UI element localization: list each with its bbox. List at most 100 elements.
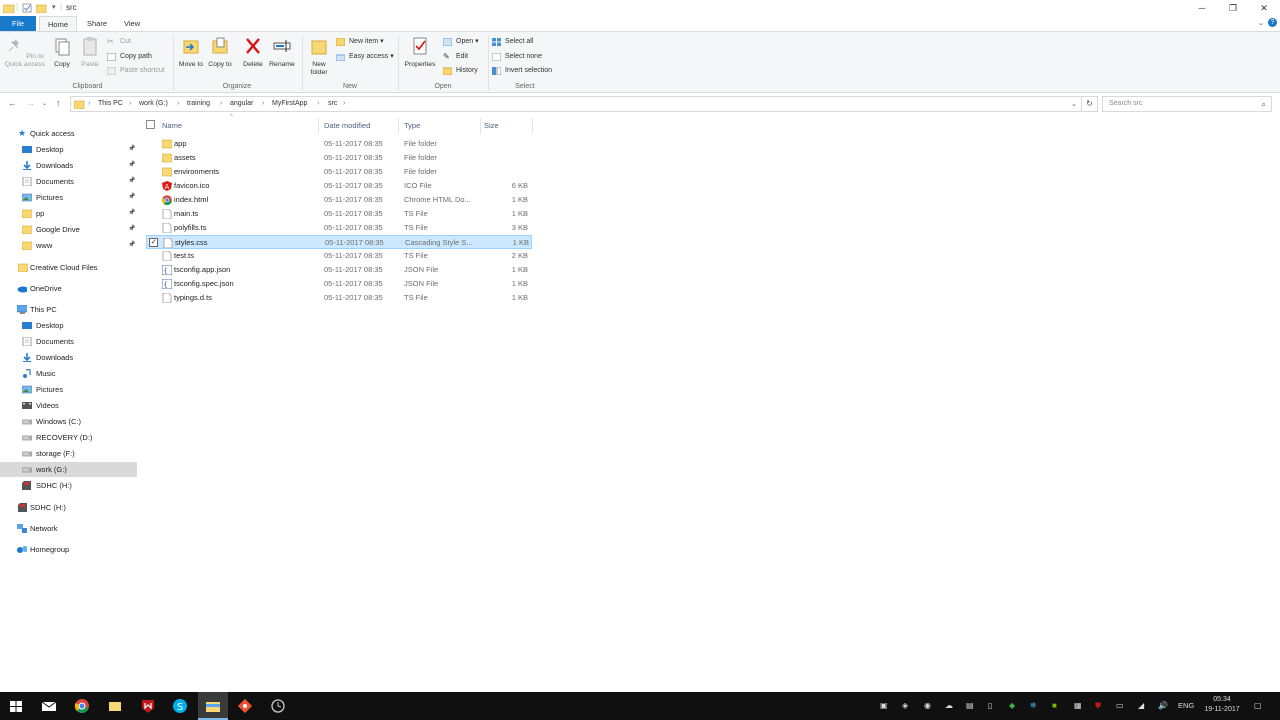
history-button[interactable]: History [443,65,478,77]
refresh-button[interactable]: ↻ [1082,96,1098,112]
git-icon[interactable] [237,698,253,714]
nav-item-downloads[interactable]: Downloads 📌 [0,158,137,173]
file-row[interactable]: environments 05-11-2017 08:35 File folder [146,165,532,179]
tab-home[interactable]: Home [39,16,78,31]
file-row[interactable]: index.html 05-11-2017 08:35 Chrome HTML Do… [146,193,532,207]
start-icon[interactable] [8,698,24,714]
select-all-checkbox[interactable] [146,120,155,129]
snowflake-tray-icon[interactable]: ❄ [1030,701,1037,710]
copy-path-button[interactable]: Copy path [107,51,152,63]
nav-item-pp[interactable]: pp 📌 [0,206,137,221]
close-button[interactable]: ✕ [1248,0,1280,16]
nav-item-downloads[interactable]: Downloads [0,350,137,365]
column-header-name[interactable]: Name [162,119,182,133]
forward-arrow-icon[interactable]: → [26,98,35,108]
nav-quick-access[interactable]: ★ Quick access [0,126,137,141]
nav-item-desktop[interactable]: Desktop 📌 [0,142,137,157]
file-row[interactable]: typings.d.ts 05-11-2017 08:35 TS File 1 KB [146,291,532,305]
edit-button[interactable]: ✎ Edit [443,51,468,63]
nav-item-windows-c[interactable]: Windows (C:) [0,414,137,429]
delete-button[interactable]: Delete [239,36,267,69]
expand-ribbon-icon[interactable]: ⌄ [1258,19,1264,27]
search-box[interactable]: Search src ⌕ [1102,96,1272,112]
breadcrumb-work-g[interactable]: work (G:) [139,100,168,107]
tray-app-icon[interactable]: ◈ [902,701,908,710]
tray-app-icon[interactable]: ▦ [1074,701,1082,710]
clock-app-icon[interactable] [270,698,286,714]
nav-item-desktop[interactable]: Desktop [0,318,137,333]
move-to-button[interactable]: Move to [177,36,205,69]
nvidia-tray-icon[interactable]: ■ [1052,701,1057,710]
open-button[interactable]: Open ▾ [443,36,479,48]
cut-button[interactable]: ✂ Cut [107,36,131,48]
chrome-icon[interactable] [74,698,90,714]
recent-locations-icon[interactable]: ⌄ [42,100,47,107]
new-folder-qat-icon[interactable] [36,3,47,13]
address-dropdown-icon[interactable]: ⌄ [1071,100,1077,108]
volume-icon[interactable]: 🔊 [1158,701,1168,710]
nav-item-music[interactable]: Music [0,366,137,381]
mcafee-icon[interactable] [140,698,156,714]
column-divider[interactable] [532,118,533,134]
nav-item-sdhc-h[interactable]: SDHC (H:) [0,478,137,493]
pin-icon[interactable]: 📌 [128,222,135,237]
nav-item-documents[interactable]: Documents [0,334,137,349]
breadcrumb-training[interactable]: training [187,100,210,107]
column-header-size[interactable]: Size [484,119,499,133]
up-arrow-icon[interactable]: ↑ [56,98,61,108]
easy-access-button[interactable]: Easy access ▾ [336,51,394,63]
pin-icon[interactable]: 📌 [128,174,135,189]
breadcrumb-angular[interactable]: angular [230,100,253,107]
new-folder-button[interactable]: New folder [305,36,333,77]
tray-app-icon[interactable]: ◉ [924,701,931,710]
action-center-icon[interactable]: ▢ [1254,701,1262,710]
tab-file[interactable]: File [0,16,36,31]
column-header-type[interactable]: Type [404,119,420,133]
nav-onedrive[interactable]: OneDrive [0,281,137,296]
row-checkbox[interactable]: ✓ [149,238,158,247]
usb-tray-icon[interactable]: ▯ [988,701,992,710]
pin-icon[interactable]: 📌 [128,206,135,221]
file-row[interactable]: main.ts 05-11-2017 08:35 TS File 1 KB [146,207,532,221]
breadcrumb-myfirstapp[interactable]: MyFirstApp [272,100,307,107]
battery-icon[interactable]: ▭ [1116,701,1124,710]
copy-to-button[interactable]: Copy to [206,36,234,69]
wifi-icon[interactable]: ◢ [1138,701,1144,710]
pin-icon[interactable]: 📌 [128,142,135,157]
nav-item-storage-f[interactable]: storage (F:) [0,446,137,461]
column-header-date[interactable]: Date modified [324,119,370,133]
file-row[interactable]: {tsconfig.spec.json 05-11-2017 08:35 JSON … [146,277,532,291]
new-item-button[interactable]: New item ▾ [336,36,384,48]
pin-icon[interactable]: 📌 [128,238,135,253]
copy-button[interactable]: Copy [50,36,74,69]
language-indicator[interactable]: ENG [1178,701,1194,710]
nav-item-www[interactable]: www 📌 [0,238,137,253]
properties-button[interactable]: Properties [401,36,439,69]
qat-customize-icon[interactable]: ▾ [52,3,56,11]
back-arrow-icon[interactable]: ← [8,98,17,108]
minimize-button[interactable]: ─ [1186,0,1218,16]
file-explorer-taskbar-button[interactable] [198,692,228,720]
file-row[interactable]: app 05-11-2017 08:35 File folder [146,137,532,151]
tab-share[interactable]: Share [79,16,115,31]
mail-icon[interactable] [41,698,57,714]
skype-icon[interactable]: S [172,698,188,714]
nav-item-pictures[interactable]: Pictures [0,382,137,397]
paste-button[interactable]: Paste [78,36,102,69]
help-icon[interactable]: ? [1268,18,1277,27]
nav-item-work-g[interactable]: work (G:) [0,462,137,477]
nav-item-documents[interactable]: Documents 📌 [0,174,137,189]
column-divider[interactable] [318,118,319,134]
pin-icon[interactable]: 📌 [128,190,135,205]
maximize-button[interactable]: ❐ [1217,0,1249,16]
invert-selection-button[interactable]: Invert selection [492,65,552,77]
tray-app-icon[interactable]: ▤ [966,701,974,710]
clock[interactable]: 05:34 19-11-2017 [1200,695,1244,715]
folder-app-icon[interactable] [107,698,123,714]
nav-item-recovery-d[interactable]: RECOVERY (D:) [0,430,137,445]
pin-icon[interactable]: 📌 [128,158,135,173]
select-none-button[interactable]: Select none [492,51,542,63]
nav-homegroup[interactable]: Homegroup [0,542,137,557]
nav-this-pc[interactable]: This PC [0,302,137,317]
column-divider[interactable] [398,118,399,134]
